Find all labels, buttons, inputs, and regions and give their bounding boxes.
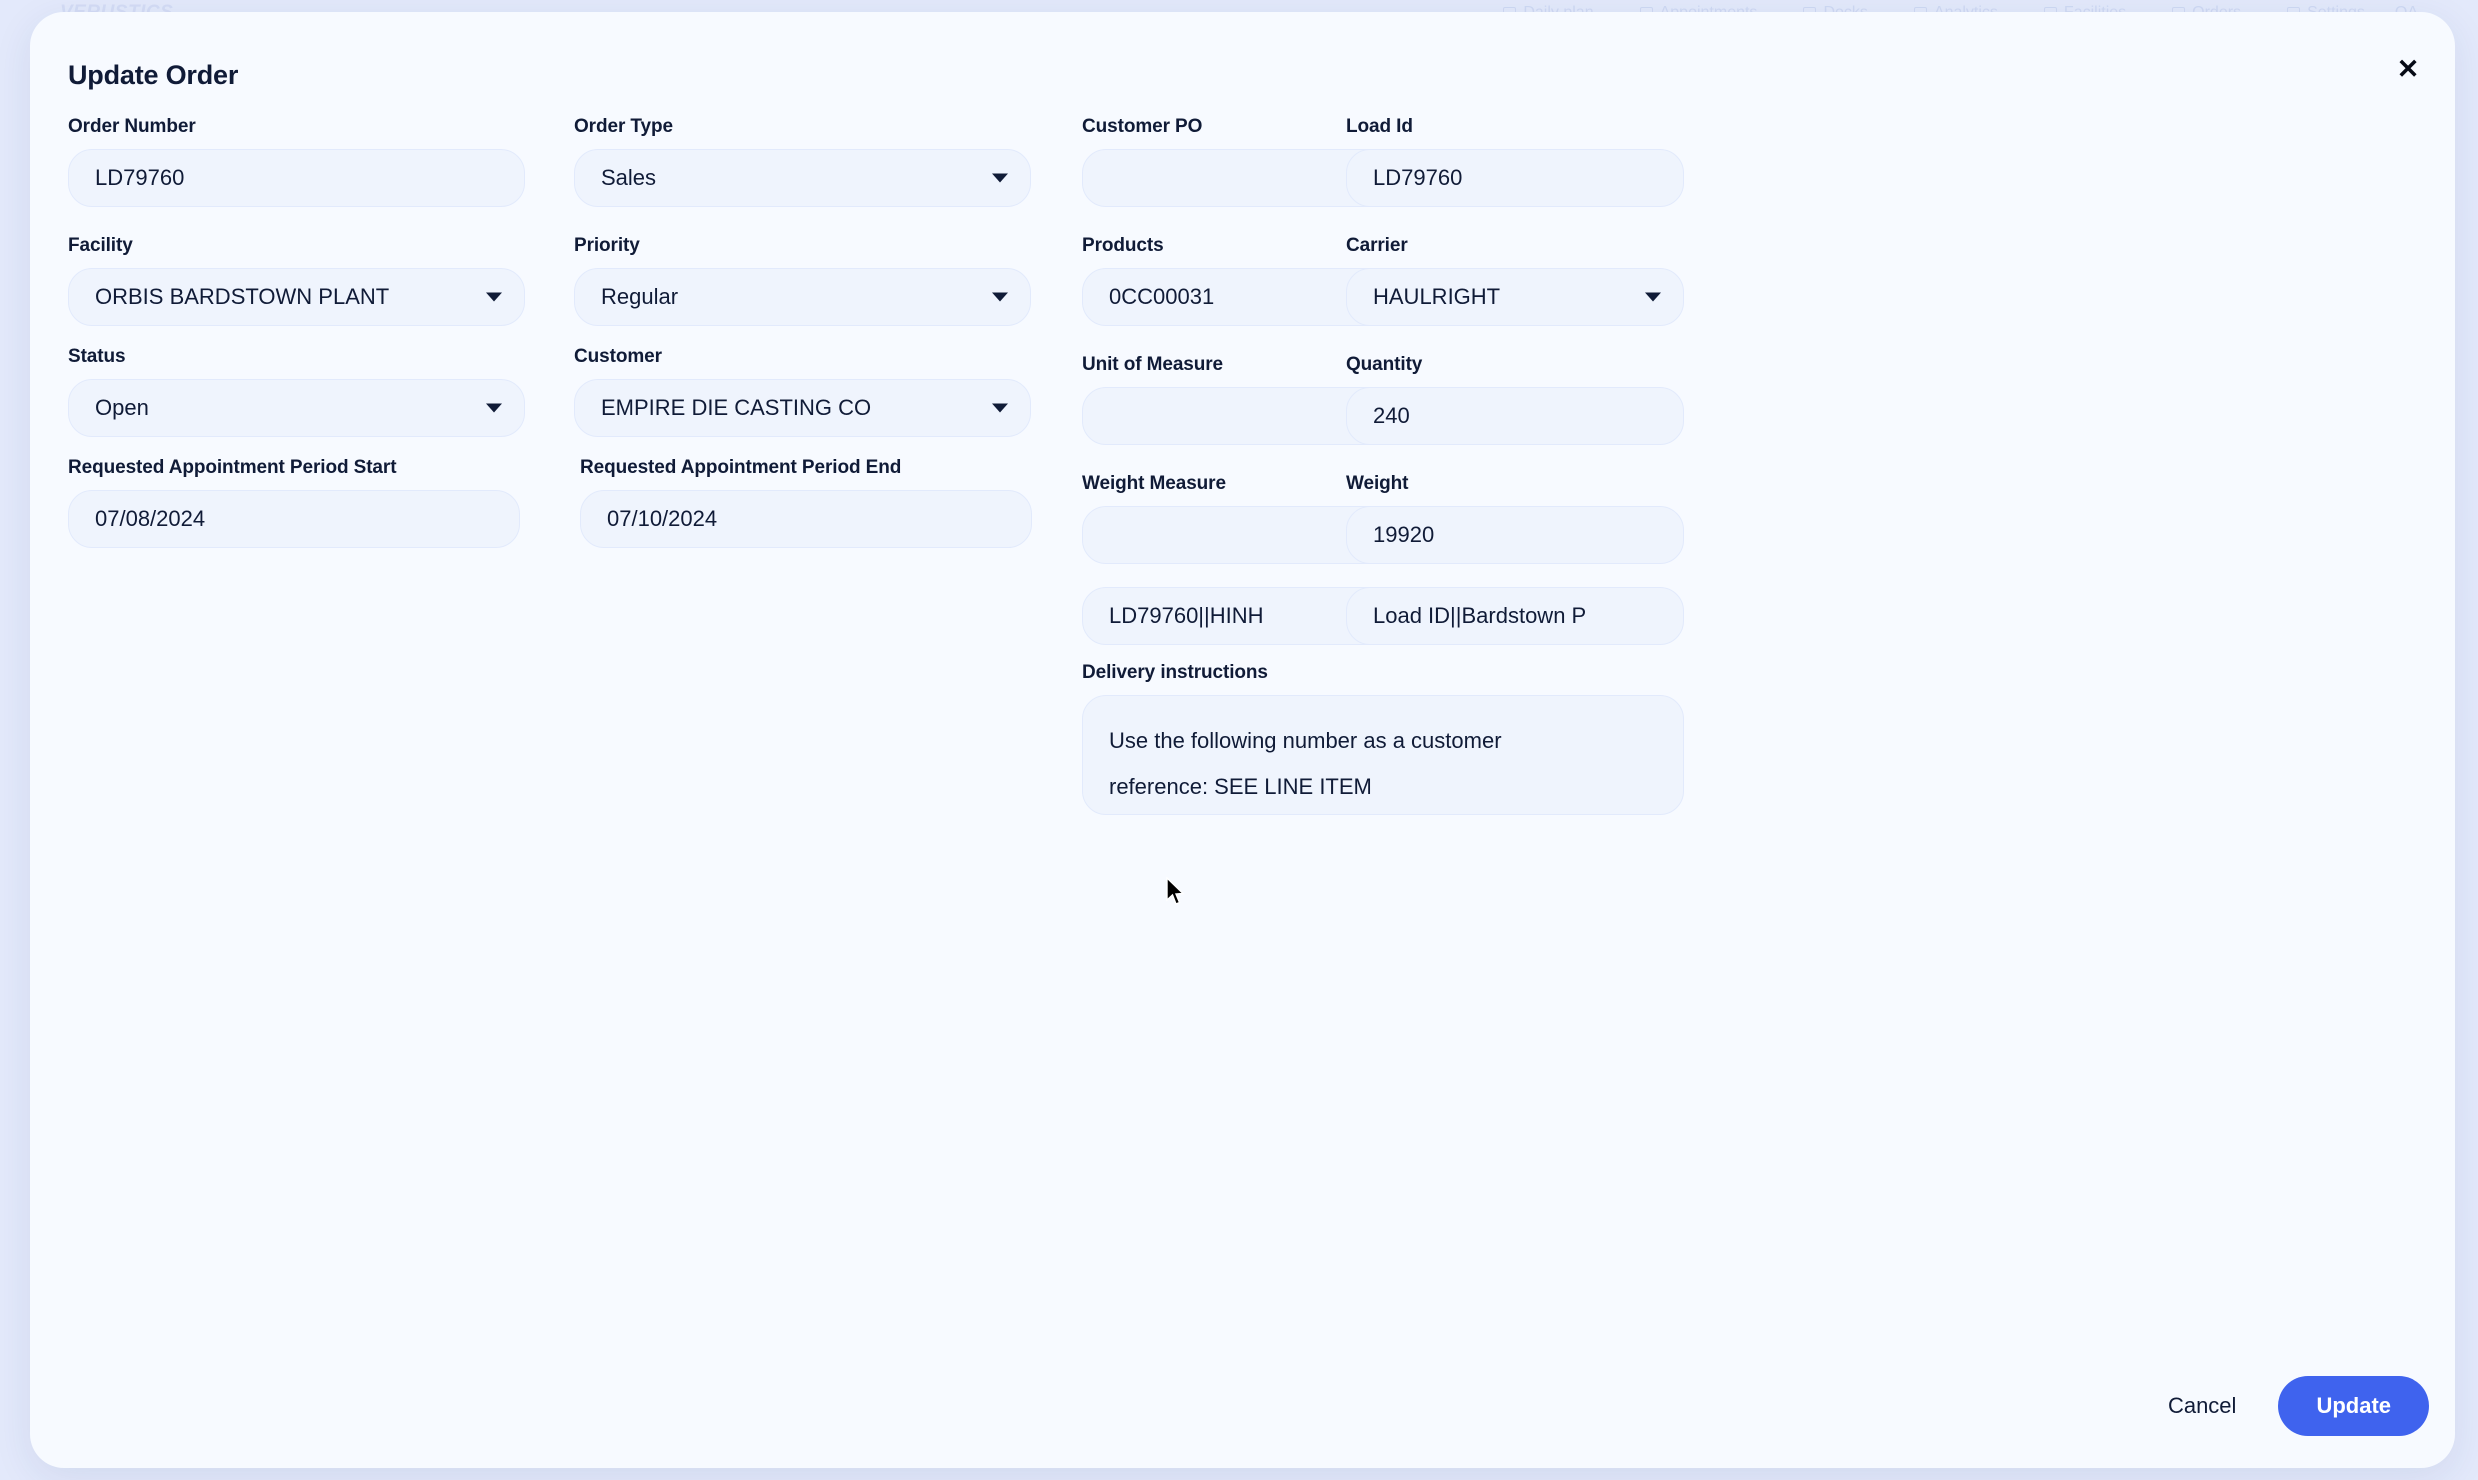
instruction-line: reference: SEE LINE ITEM <box>1109 774 1372 799</box>
priority-value: Regular <box>601 284 679 309</box>
customer-select[interactable]: EMPIRE DIE CASTING CO <box>574 379 1031 437</box>
chevron-down-icon <box>486 292 502 302</box>
instruction-line: Use the following number as a customer <box>1109 728 1502 753</box>
label-weight: Weight <box>1346 473 1409 494</box>
field-priority: Priority Regular <box>574 235 1031 326</box>
chevron-down-icon <box>992 173 1008 183</box>
appt-period-start-input[interactable]: 07/08/2024 <box>68 490 520 548</box>
priority-select[interactable]: Regular <box>574 268 1031 326</box>
field-carrier: Carrier HAULRIGHT <box>1346 235 1684 326</box>
field-weight: Weight 19920 <box>1346 473 1684 564</box>
label-carrier: Carrier <box>1346 235 1408 256</box>
order-type-value: Sales <box>601 165 657 190</box>
status-select[interactable]: Open <box>68 379 525 437</box>
quantity-input[interactable]: 240 <box>1346 387 1684 445</box>
label-order-type: Order Type <box>574 116 673 137</box>
label-priority: Priority <box>574 235 640 256</box>
close-icon[interactable]: ✕ <box>2387 48 2429 90</box>
order-number-input[interactable]: LD79760 <box>68 149 525 207</box>
delivery-instructions-textarea[interactable]: Use the following number as a customer r… <box>1082 695 1684 815</box>
status-value: Open <box>95 395 149 420</box>
customer-value: EMPIRE DIE CASTING CO <box>601 395 872 420</box>
facility-value: ORBIS BARDSTOWN PLANT <box>95 284 390 309</box>
chevron-down-icon <box>486 403 502 413</box>
modal-header: Update Order ✕ <box>30 12 2455 122</box>
cancel-button[interactable]: Cancel <box>2162 1383 2242 1429</box>
field-ref-right: Load ID||Bardstown P <box>1346 587 1684 645</box>
facility-select[interactable]: ORBIS BARDSTOWN PLANT <box>68 268 525 326</box>
field-order-type: Order Type Sales <box>574 116 1031 207</box>
label-appt-period-start: Requested Appointment Period Start <box>68 457 397 478</box>
chevron-down-icon <box>992 403 1008 413</box>
ref-right-input[interactable]: Load ID||Bardstown P <box>1346 587 1684 645</box>
chevron-down-icon <box>992 292 1008 302</box>
order-type-select[interactable]: Sales <box>574 149 1031 207</box>
label-status: Status <box>68 346 126 367</box>
load-id-input[interactable]: LD79760 <box>1346 149 1684 207</box>
label-order-number: Order Number <box>68 116 196 137</box>
label-delivery-instructions: Delivery instructions <box>1082 662 1268 683</box>
field-load-id: Load Id LD79760 <box>1346 116 1684 207</box>
appt-period-end-input[interactable]: 07/10/2024 <box>580 490 1032 548</box>
chevron-down-icon <box>1645 292 1661 302</box>
label-facility: Facility <box>68 235 133 256</box>
carrier-select[interactable]: HAULRIGHT <box>1346 268 1684 326</box>
modal-footer: Cancel Update <box>2162 1376 2429 1436</box>
update-button[interactable]: Update <box>2278 1376 2429 1436</box>
carrier-value: HAULRIGHT <box>1373 284 1501 309</box>
order-form: Order Number LD79760 Order Type Sales Cu… <box>68 116 2429 1328</box>
field-appt-period-end: Requested Appointment Period End 07/10/2… <box>580 457 1032 548</box>
label-quantity: Quantity <box>1346 354 1423 375</box>
field-status: Status Open <box>68 346 525 437</box>
label-customer: Customer <box>574 346 662 367</box>
field-delivery-instructions: Delivery instructions Use the following … <box>1082 662 1684 815</box>
label-load-id: Load Id <box>1346 116 1413 137</box>
update-order-modal: Update Order ✕ Order Number LD79760 Orde… <box>30 12 2455 1468</box>
field-order-number: Order Number LD79760 <box>68 116 525 207</box>
instruction-line: CHRYSLER LLC ORDER <box>1109 810 1657 814</box>
weight-input[interactable]: 19920 <box>1346 506 1684 564</box>
page-title: Update Order <box>68 60 239 90</box>
field-quantity: Quantity 240 <box>1346 354 1684 445</box>
field-facility: Facility ORBIS BARDSTOWN PLANT <box>68 235 525 326</box>
field-customer: Customer EMPIRE DIE CASTING CO <box>574 346 1031 437</box>
label-appt-period-end: Requested Appointment Period End <box>580 457 902 478</box>
field-appt-period-start: Requested Appointment Period Start 07/08… <box>68 457 520 548</box>
